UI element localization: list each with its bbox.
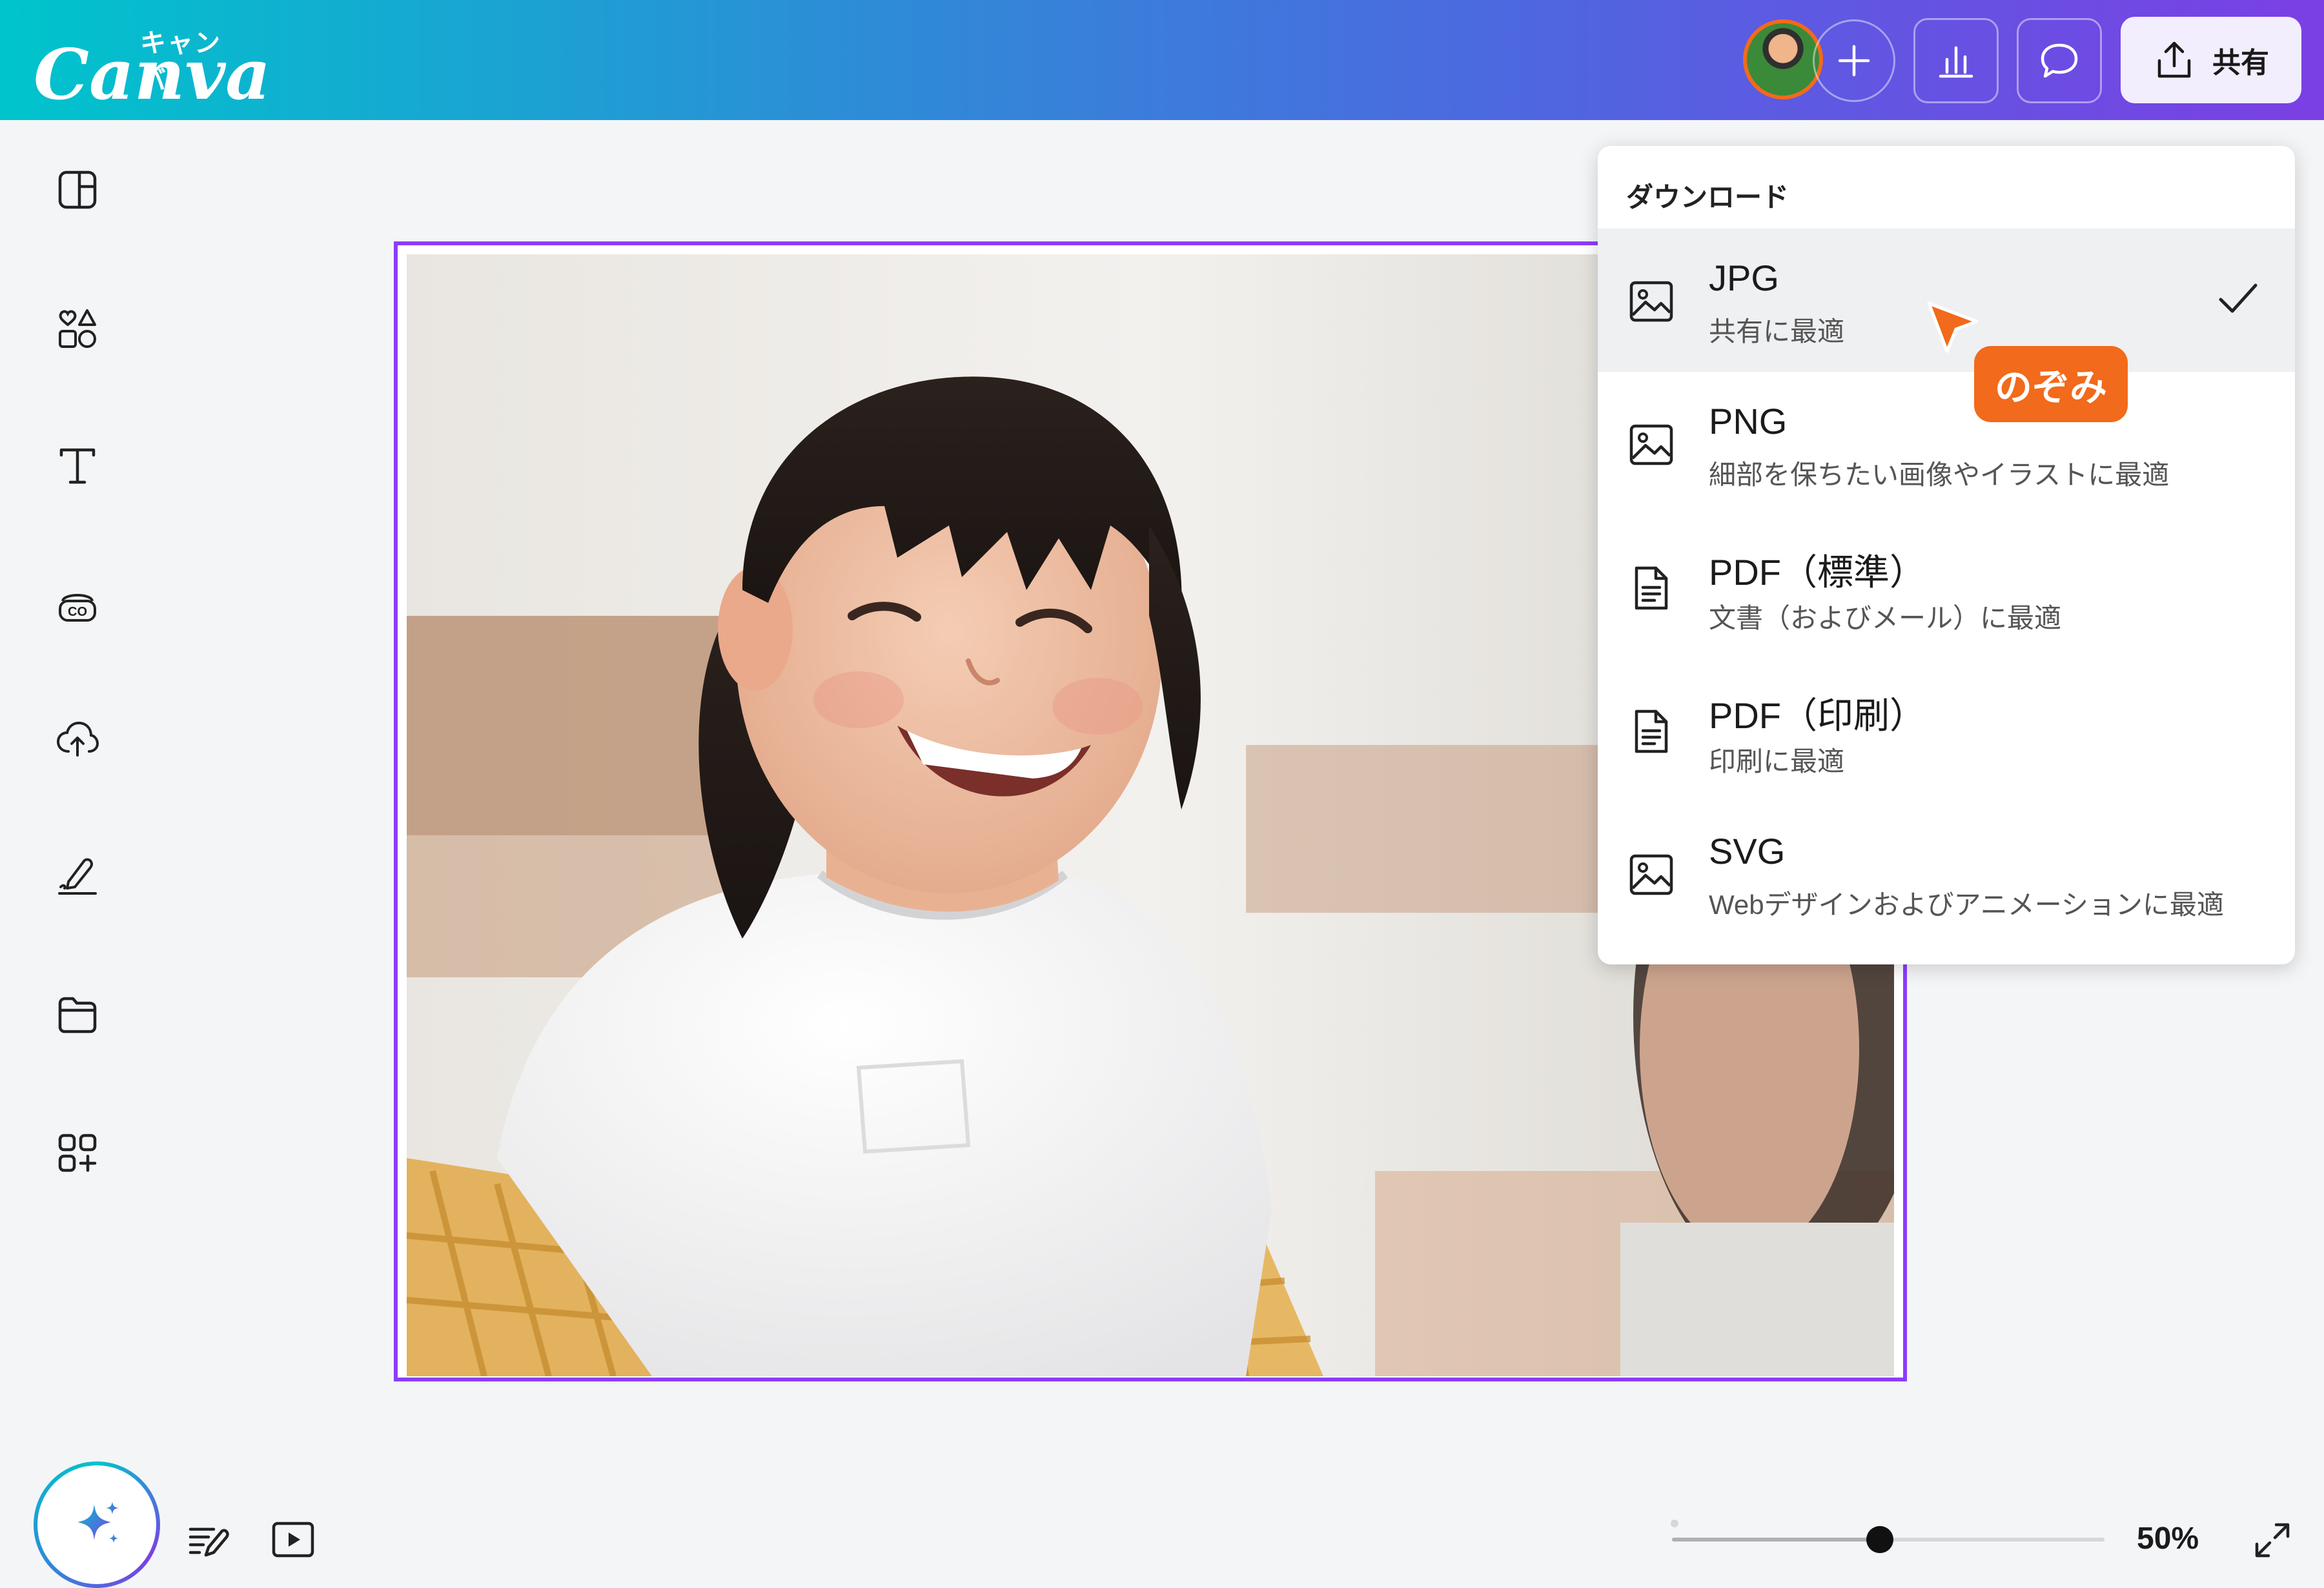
notes-button[interactable] (182, 1514, 234, 1566)
download-option-pdf-standard[interactable]: PDF（標準） 文書（およびメール）に最適 (1598, 515, 2295, 658)
download-option-desc: 印刷に最適 (1709, 746, 1845, 777)
sidebar-item-draw[interactable] (50, 850, 105, 904)
add-icon (1838, 45, 1870, 77)
download-option-svg[interactable]: SVG Webデザインおよびアニメーションに最適 (1598, 802, 2295, 945)
sidebar-item-text[interactable] (50, 439, 105, 493)
download-option-desc: 共有に最適 (1709, 316, 1845, 347)
comment-button[interactable] (2017, 18, 2102, 103)
share-button[interactable]: 共有 (2121, 17, 2301, 103)
top-bar: キャンバ Canva 共有 (0, 0, 2324, 120)
text-icon (59, 448, 96, 484)
brand-icon: CO (59, 594, 96, 622)
collaborator-name-tag: のぞみ (1974, 346, 2128, 422)
download-menu: ダウンロード JPG 共有に最適 PNG 細部を保ちたい画像やイラストに最適 P… (1598, 146, 2295, 964)
sidebar-item-apps[interactable] (50, 1126, 105, 1180)
canva-logo[interactable]: キャンバ Canva (34, 18, 270, 110)
document-icon (1635, 709, 1668, 753)
elements-icon (59, 309, 96, 348)
share-label: 共有 (2212, 47, 2269, 79)
apps-icon (58, 1134, 97, 1172)
download-option-desc: Webデザインおよびアニメーションに最適 (1709, 890, 2224, 920)
design-icon (58, 170, 97, 209)
zoom-slider-fill (1672, 1538, 1880, 1542)
magic-assistant-button[interactable] (34, 1461, 160, 1588)
sidebar-item-uploads[interactable] (50, 713, 105, 767)
draw-icon (58, 858, 97, 895)
download-option-name: JPG (1709, 258, 1779, 298)
analytics-button[interactable] (1913, 18, 1999, 103)
download-option-desc: 文書（およびメール）に最適 (1709, 603, 2062, 633)
present-button[interactable] (267, 1514, 319, 1566)
image-icon (1629, 854, 1673, 895)
zoom-level[interactable]: 50% (2137, 1521, 2199, 1556)
zoom-slider-handle[interactable] (1866, 1526, 1893, 1553)
uploads-icon (56, 721, 99, 757)
zoom-slider-min-marker (1671, 1520, 1678, 1527)
sidebar-item-projects[interactable] (50, 988, 105, 1042)
notes-icon (189, 1527, 229, 1557)
download-option-desc: 細部を保ちたい画像やイラストに最適 (1709, 460, 2170, 490)
download-option-name: SVG (1709, 831, 1786, 871)
fullscreen-button[interactable] (2247, 1514, 2298, 1566)
logo-wordmark: Canva (34, 34, 271, 116)
sidebar-item-elements[interactable] (50, 301, 105, 355)
collaborator-cursor-icon (1927, 301, 1979, 353)
play-icon (272, 1522, 314, 1558)
document-icon (1635, 566, 1668, 610)
avatar[interactable] (1743, 19, 1823, 99)
sidebar-item-design[interactable] (50, 163, 105, 217)
analytics-icon (1939, 46, 1973, 78)
svg-text:CO: CO (68, 605, 87, 619)
expand-icon (2255, 1523, 2290, 1558)
projects-icon (58, 997, 97, 1033)
upload-icon (2157, 41, 2191, 78)
sparkle-icon (77, 1501, 119, 1543)
check-icon (2219, 283, 2258, 313)
add-collaborator-button[interactable] (1813, 19, 1895, 102)
download-option-pdf-print[interactable]: PDF（印刷） 印刷に最適 (1598, 658, 2295, 802)
download-option-name: PDF（印刷） (1709, 695, 1926, 736)
image-icon (1629, 281, 1673, 322)
download-option-png[interactable]: PNG 細部を保ちたい画像やイラストに最適 (1598, 372, 2295, 515)
download-option-name: PNG (1709, 401, 1788, 442)
download-menu-title: ダウンロード (1626, 182, 1789, 212)
comment-icon (2041, 43, 2078, 78)
sidebar-item-brand[interactable]: CO (50, 577, 105, 631)
zoom-slider[interactable] (1672, 1526, 2105, 1553)
download-option-name: PDF（標準） (1709, 552, 1926, 593)
image-icon (1629, 424, 1673, 465)
